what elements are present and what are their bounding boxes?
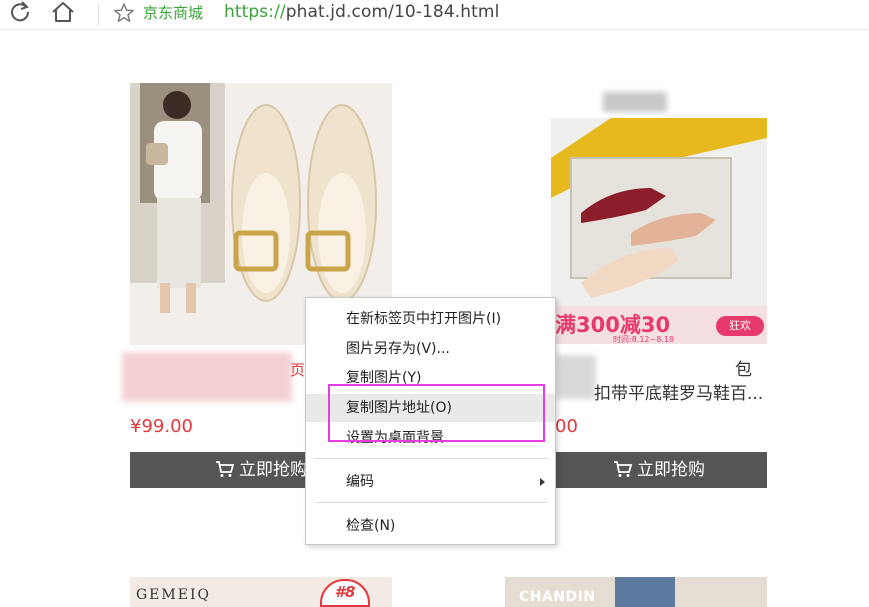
toolbar-divider xyxy=(98,4,99,26)
buy-now-label: 立即抢购 xyxy=(239,460,307,480)
url-field[interactable]: https://phat.jd.com/10-184.html xyxy=(224,0,499,24)
menu-item-encoding-label: 编码 xyxy=(346,474,374,490)
star-icon[interactable] xyxy=(113,2,135,28)
menu-separator xyxy=(314,458,548,459)
product-price: 00 xyxy=(555,416,578,437)
menu-separator xyxy=(314,502,548,503)
blurred-title xyxy=(122,352,292,402)
cart-icon xyxy=(613,455,633,491)
promo-badge: 狂欢 xyxy=(716,316,764,336)
menu-item-set-as-wallpaper[interactable]: 设置为桌面背景 xyxy=(306,424,555,444)
menu-item-inspect[interactable]: 检查(N) xyxy=(306,512,555,540)
product-image[interactable]: 满300减30 狂欢 时间:8.12~8.18 xyxy=(551,118,767,344)
promo-date: 时间:8.12~8.18 xyxy=(613,335,675,344)
menu-item-open-image-new-tab[interactable]: 在新标签页中打开图片(I) xyxy=(306,305,555,333)
product-image[interactable]: CHANDIN xyxy=(505,577,767,607)
product-photo-jeans xyxy=(615,577,675,607)
cart-icon xyxy=(215,455,235,491)
menu-item-encoding[interactable]: 编码 xyxy=(306,468,555,496)
buy-now-button[interactable]: 立即抢购 xyxy=(551,452,767,488)
menu-item-save-image-as[interactable]: 图片另存为(V)... xyxy=(306,335,555,363)
buy-now-label: 立即抢购 xyxy=(637,460,705,480)
menu-item-copy-image[interactable]: 复制图片(Y) xyxy=(306,364,555,392)
refresh-icon[interactable] xyxy=(8,0,32,28)
address-bar: 京东商城 https://phat.jd.com/10-184.html xyxy=(0,0,869,30)
site-name: 京东商城 xyxy=(143,4,204,22)
brand-logo: CHANDIN xyxy=(519,589,596,605)
url-scheme: https:// xyxy=(224,2,286,22)
menu-item-copy-image-address[interactable]: 复制图片地址(O) xyxy=(306,394,555,422)
brand-logo: GEMEIQ xyxy=(136,587,211,603)
url-path: phat.jd.com/10-184.html xyxy=(285,2,500,22)
blurred-tag xyxy=(603,92,667,112)
product-title-line1: 包 xyxy=(735,360,752,380)
context-menu: 在新标签页中打开图片(I) 图片另存为(V)... 复制图片(Y) 复制图片地址… xyxy=(305,297,556,545)
home-icon[interactable] xyxy=(50,0,76,28)
product-title-line2: 扣带平底鞋罗马鞋百... xyxy=(594,384,764,404)
chevron-right-icon xyxy=(540,478,545,486)
product-image[interactable]: GEMEIQ #8 xyxy=(130,577,392,607)
promo-badge: #8 xyxy=(320,579,370,607)
blurred-title xyxy=(556,355,596,399)
product-price: ¥99.00 xyxy=(130,416,193,437)
